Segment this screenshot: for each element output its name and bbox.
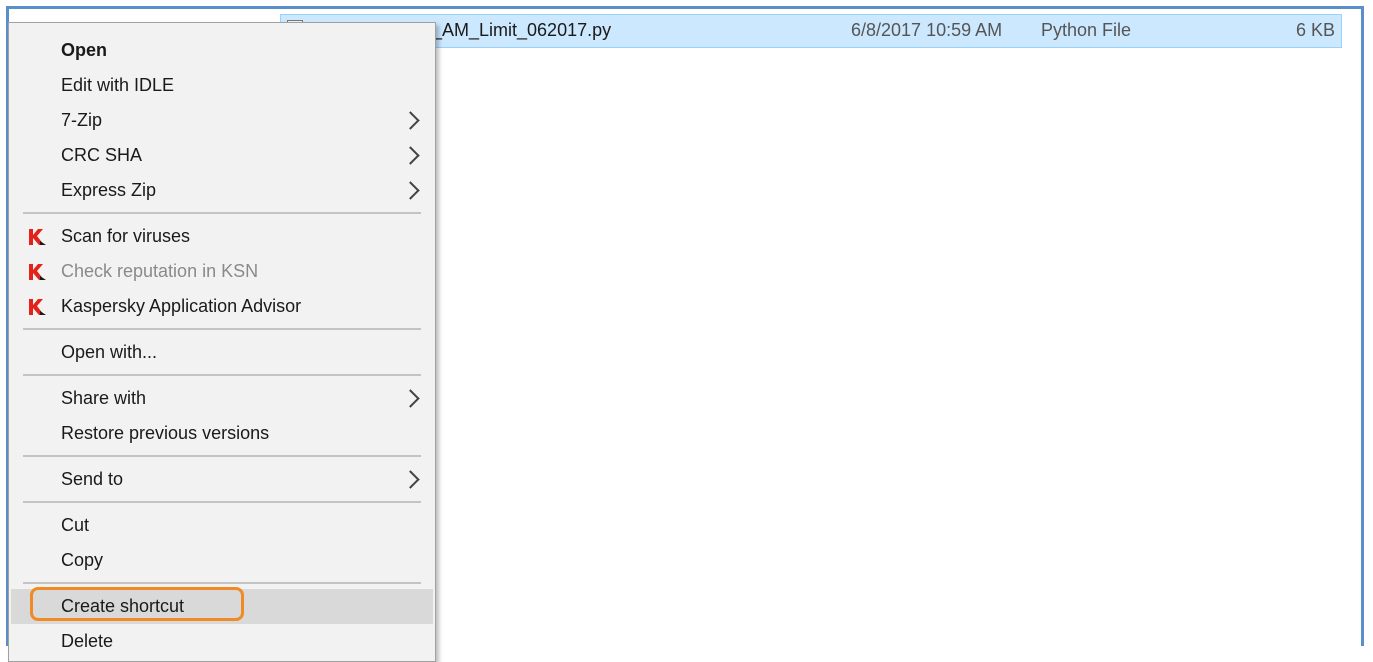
menu-separator: [23, 212, 421, 214]
menu-item-label: Kaspersky Application Advisor: [61, 296, 302, 316]
chevron-right-icon: [401, 470, 420, 489]
menu-item-share-with[interactable]: Share with: [9, 381, 435, 416]
menu-separator: [23, 582, 421, 584]
menu-item-label: Open: [61, 40, 108, 60]
menu-item-label: Share with: [61, 388, 147, 408]
file-type: Python File: [1041, 20, 1132, 40]
menu-separator: [23, 455, 421, 457]
menu-separator: [23, 374, 421, 376]
menu-item-cut[interactable]: Cut: [9, 508, 435, 543]
menu-item-label: Edit with IDLE: [61, 75, 175, 95]
menu-item-open-with[interactable]: Open with...: [9, 335, 435, 370]
menu-item-kaspersky-application-advisor[interactable]: Kaspersky Application Advisor: [9, 289, 435, 324]
menu-item-label: Open with...: [61, 342, 158, 362]
kaspersky-icon: [29, 299, 46, 315]
menu-item-label: Create shortcut: [61, 596, 185, 616]
context-menu: Open Edit with IDLE 7-Zip CRC SHA Expres…: [8, 22, 436, 662]
chevron-right-icon: [401, 111, 420, 130]
file-row-selected[interactable]: C_AM_Limit_062017.py 6/8/2017 10:59 AM P…: [280, 14, 1342, 48]
menu-item-create-shortcut[interactable]: Create shortcut: [11, 589, 433, 624]
menu-item-edit-with-idle[interactable]: Edit with IDLE: [9, 68, 435, 103]
menu-item-7zip[interactable]: 7-Zip: [9, 103, 435, 138]
kaspersky-icon: [29, 229, 46, 245]
menu-item-express-zip[interactable]: Express Zip: [9, 173, 435, 208]
menu-item-delete[interactable]: Delete: [9, 624, 435, 659]
menu-item-check-reputation-ksn[interactable]: Check reputation in KSN: [9, 254, 435, 289]
menu-item-crc-sha[interactable]: CRC SHA: [9, 138, 435, 173]
menu-item-label: Delete: [61, 631, 114, 651]
menu-item-restore-previous-versions[interactable]: Restore previous versions: [9, 416, 435, 451]
menu-item-label: Cut: [61, 515, 90, 535]
kaspersky-icon: [29, 264, 46, 280]
menu-item-label: Send to: [61, 469, 124, 489]
menu-item-label: Copy: [61, 550, 104, 570]
chevron-right-icon: [401, 181, 420, 200]
menu-item-label: Scan for viruses: [61, 226, 191, 246]
menu-item-label: Express Zip: [61, 180, 157, 200]
menu-item-copy[interactable]: Copy: [9, 543, 435, 578]
file-date-modified: 6/8/2017 10:59 AM: [851, 20, 1003, 40]
menu-separator: [23, 328, 421, 330]
menu-item-scan-for-viruses[interactable]: Scan for viruses: [9, 219, 435, 254]
menu-item-label: Check reputation in KSN: [61, 261, 259, 281]
menu-item-open[interactable]: Open: [9, 33, 435, 68]
menu-item-label: CRC SHA: [61, 145, 143, 165]
file-name: C_AM_Limit_062017.py: [419, 20, 612, 40]
menu-item-label: 7-Zip: [61, 110, 103, 130]
menu-item-label: Restore previous versions: [61, 423, 270, 443]
chevron-right-icon: [401, 146, 420, 165]
file-size: 6 KB: [1295, 20, 1335, 40]
menu-separator: [23, 501, 421, 503]
chevron-right-icon: [401, 389, 420, 408]
menu-item-send-to[interactable]: Send to: [9, 462, 435, 497]
